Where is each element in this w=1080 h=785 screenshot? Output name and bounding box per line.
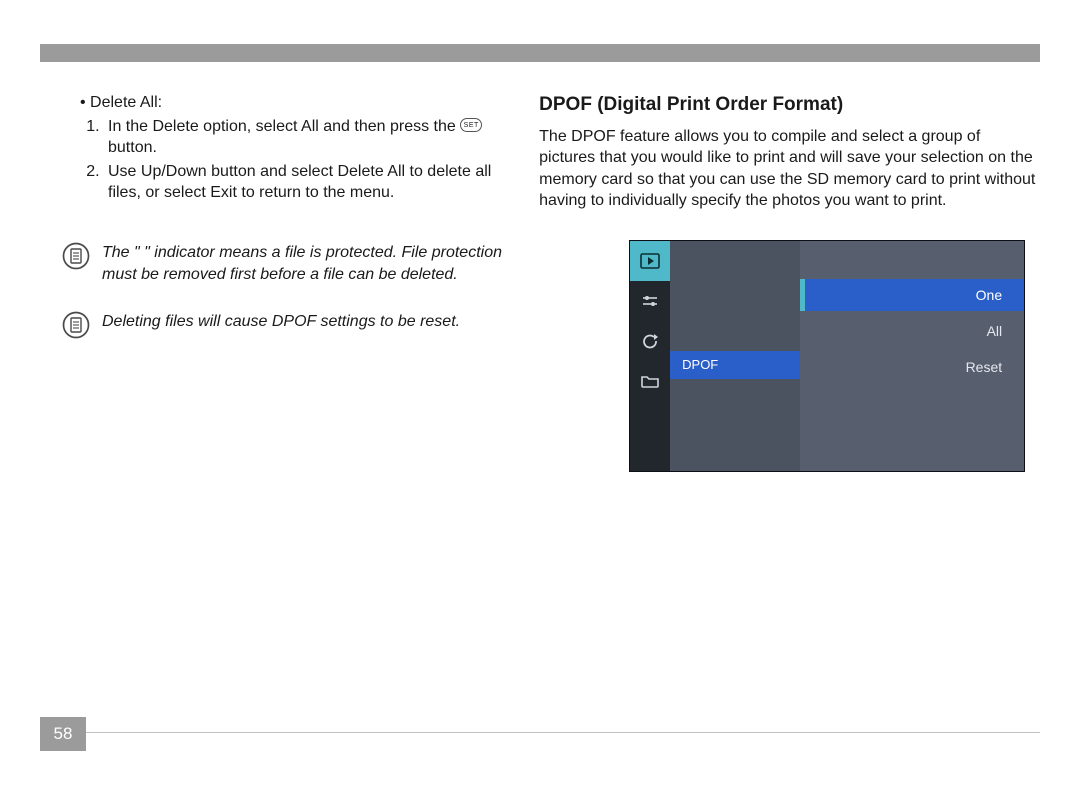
note-icon [62, 311, 90, 339]
footer-rule [86, 732, 1040, 733]
content-columns: Delete All: In the Delete option, select… [40, 92, 1040, 472]
step-2: Use Up/Down button and select Delete All… [104, 161, 521, 204]
step-1-after: button. [108, 139, 157, 156]
option-stripe [800, 279, 805, 311]
page-number: 58 [40, 717, 86, 751]
header-bar [40, 44, 1040, 62]
steps-list: In the Delete option, select All and the… [104, 116, 521, 204]
left-column: Delete All: In the Delete option, select… [44, 92, 521, 472]
note-icon [62, 242, 90, 270]
dpof-heading: DPOF (Digital Print Order Format) [539, 92, 1036, 118]
camera-option-all: All [800, 315, 1024, 347]
page-footer: 58 [40, 732, 1040, 733]
camera-option-one: One [800, 279, 1024, 311]
camera-option-all-label: All [987, 322, 1003, 341]
camera-label-dpof: DPOF [670, 351, 800, 379]
step-1-before: In the Delete option, select All and the… [108, 118, 460, 135]
camera-menu-screenshot: DPOF One All Reset [629, 240, 1025, 472]
camera-option-one-label: One [976, 286, 1002, 305]
refresh-icon [630, 321, 670, 361]
dpof-paragraph: The DPOF feature allows you to compile a… [539, 126, 1036, 212]
camera-options-area: One All Reset [800, 241, 1024, 471]
note-2-text: Deleting files will cause DPOF settings … [102, 311, 521, 339]
camera-icon-column [630, 241, 670, 471]
delete-all-heading: Delete All: [80, 92, 521, 114]
camera-label-column: DPOF [670, 241, 800, 471]
play-icon [630, 241, 670, 281]
notes-block: The " " indicator means a file is protec… [62, 242, 521, 339]
camera-option-reset: Reset [800, 351, 1024, 383]
manual-page: Delete All: In the Delete option, select… [0, 0, 1080, 785]
note-2: Deleting files will cause DPOF settings … [62, 311, 521, 339]
folder-icon [630, 361, 670, 401]
note-1: The " " indicator means a file is protec… [62, 242, 521, 285]
camera-option-reset-label: Reset [966, 358, 1003, 377]
set-button-icon: SET [460, 118, 482, 132]
slider-icon [630, 281, 670, 321]
note-1-text: The " " indicator means a file is protec… [102, 242, 521, 285]
step-1: In the Delete option, select All and the… [104, 116, 521, 159]
right-column: DPOF (Digital Print Order Format) The DP… [539, 92, 1036, 472]
